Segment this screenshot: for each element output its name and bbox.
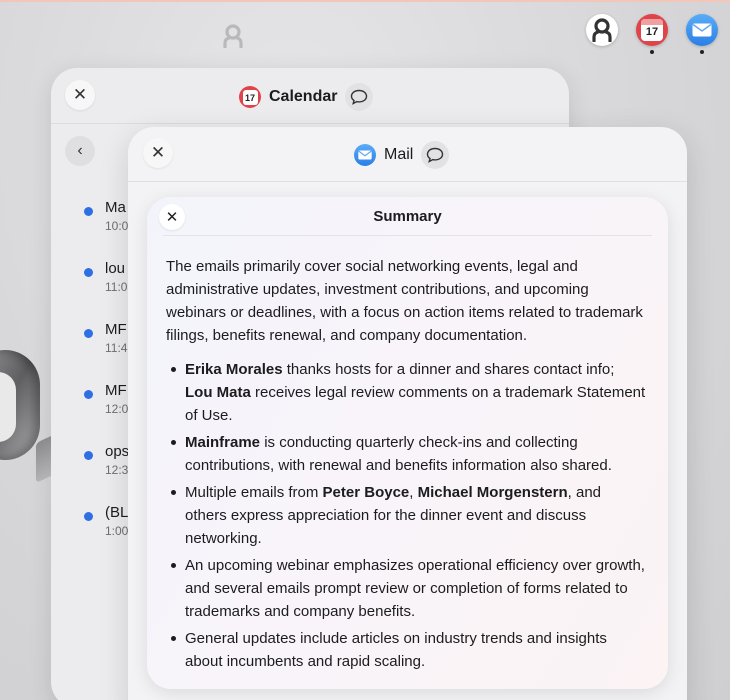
calendar-title-bar: 17 Calendar bbox=[239, 83, 374, 111]
calendar-close-button[interactable]: ✕ bbox=[65, 80, 95, 110]
envelope-icon bbox=[692, 23, 712, 37]
bullet-text: thanks hosts for a dinner and shares con… bbox=[282, 361, 615, 378]
top-edge bbox=[0, 0, 730, 2]
person-name: Erika Morales bbox=[185, 361, 283, 378]
mail-running-indicator bbox=[700, 50, 704, 54]
calendar-back-button[interactable]: ‹ bbox=[65, 136, 95, 166]
envelope-icon bbox=[358, 150, 372, 160]
company-name: Mainframe bbox=[185, 434, 261, 451]
event-dot bbox=[84, 268, 93, 277]
event-title: MF bbox=[105, 382, 127, 399]
bullet-text: receives legal review comments on a trad… bbox=[185, 384, 646, 424]
calendar-logo-icon: 17 bbox=[641, 19, 663, 41]
bullet-text: Multiple emails from bbox=[185, 484, 323, 501]
chat-bubble-icon bbox=[427, 147, 444, 163]
decorative-3d-object-hole bbox=[0, 372, 16, 442]
chat-bubble-icon bbox=[351, 89, 368, 105]
event-dot bbox=[84, 390, 93, 399]
event-time: 1:00 bbox=[105, 524, 129, 538]
person-name: Peter Boyce bbox=[322, 484, 410, 501]
summary-bullet-list: Erika Morales thanks hosts for a dinner … bbox=[166, 358, 646, 673]
event-title: lou bbox=[105, 260, 126, 277]
calendar-app-icon: 17 bbox=[239, 86, 261, 108]
background-app-logo-icon bbox=[223, 24, 243, 48]
event-dot bbox=[84, 451, 93, 460]
summary-body: The emails primarily cover social networ… bbox=[166, 255, 646, 677]
event-title: MF bbox=[105, 321, 127, 338]
summary-bullet: Erika Morales thanks hosts for a dinner … bbox=[166, 358, 646, 427]
summary-title: Summary bbox=[373, 208, 442, 225]
summary-bullet: Mainframe is conducting quarterly check-… bbox=[166, 431, 646, 477]
mail-title: Mail bbox=[384, 146, 414, 163]
event-time: 11:4 bbox=[105, 341, 128, 355]
summary-panel: ✕ Summary The emails primarily cover soc… bbox=[147, 197, 668, 689]
event-time: 12:3 bbox=[105, 463, 129, 477]
summary-bullet: An upcoming webinar emphasizes operation… bbox=[166, 554, 646, 623]
mail-app-icon bbox=[354, 144, 376, 166]
bullet-text: An upcoming webinar emphasizes operation… bbox=[185, 557, 645, 620]
calendar-dock-date: 17 bbox=[645, 26, 659, 38]
mail-header-divider bbox=[128, 181, 687, 182]
event-title: Ma bbox=[105, 199, 126, 216]
event-time: 11:0 bbox=[105, 280, 128, 294]
summary-bullet: General updates include articles on indu… bbox=[166, 627, 646, 673]
summary-bullet: Multiple emails from Peter Boyce, Michae… bbox=[166, 481, 646, 550]
summary-divider bbox=[163, 235, 652, 236]
bullet-text: General updates include articles on indu… bbox=[185, 630, 607, 670]
summary-intro: The emails primarily cover social networ… bbox=[166, 258, 643, 344]
event-dot bbox=[84, 512, 93, 521]
calendar-title: Calendar bbox=[269, 88, 338, 105]
person-name: Lou Mata bbox=[185, 384, 251, 401]
person-name: Michael Morgenstern bbox=[417, 484, 568, 501]
event-time: 10:0 bbox=[105, 219, 129, 233]
event-title: ops bbox=[105, 443, 130, 460]
calendar-app-icon-date: 17 bbox=[242, 89, 258, 105]
event-dot bbox=[84, 207, 93, 216]
mail-close-button[interactable]: ✕ bbox=[143, 138, 173, 168]
event-dot bbox=[84, 329, 93, 338]
event-time: 12:0 bbox=[105, 402, 129, 416]
calendar-chat-button[interactable] bbox=[345, 83, 374, 111]
mail-title-bar: Mail bbox=[354, 141, 450, 169]
contacts-dock-icon[interactable] bbox=[586, 14, 618, 46]
contacts-logo-icon bbox=[592, 18, 612, 42]
mail-chat-button[interactable] bbox=[421, 141, 450, 169]
calendar-header-divider bbox=[51, 123, 569, 124]
event-title: (BL bbox=[105, 504, 129, 521]
bullet-text: , bbox=[409, 484, 418, 501]
calendar-dock-icon[interactable]: 17 bbox=[636, 14, 668, 46]
mail-dock-icon[interactable] bbox=[686, 14, 718, 46]
calendar-running-indicator bbox=[650, 50, 654, 54]
